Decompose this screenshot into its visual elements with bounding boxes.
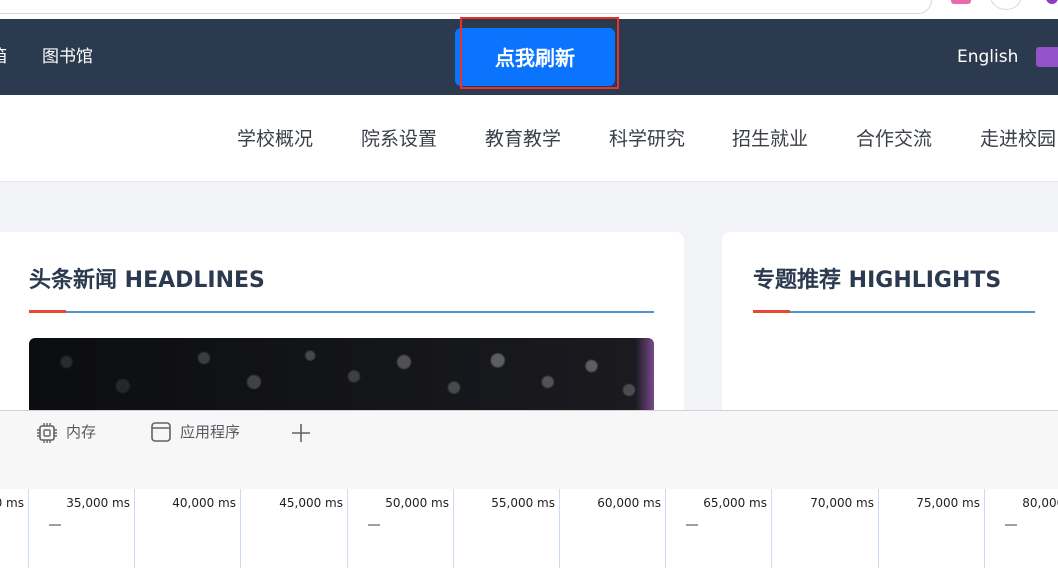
timeline-tick-label: 80,000 ms: [1022, 496, 1058, 510]
highlights-title[interactable]: 专题推荐 HIGHLIGHTS: [753, 267, 1001, 295]
timeline-tick-label: 30,000 ms: [0, 496, 24, 510]
timeline-gridline: [347, 489, 348, 568]
timeline-gridline: [771, 489, 772, 568]
headlines-title-underline: [29, 311, 654, 313]
timeline-tick-label: 35,000 ms: [66, 496, 130, 510]
highlights-card: [722, 232, 1058, 432]
timeline-tick-label: 60,000 ms: [597, 496, 661, 510]
timeline-gridline: [878, 489, 879, 568]
nav-item-departments[interactable]: 院系设置: [361, 127, 437, 151]
timeline-gridline: [559, 489, 560, 568]
nav-item-overview[interactable]: 学校概况: [237, 127, 313, 151]
timeline-tick-label: 70,000 ms: [810, 496, 874, 510]
devtools-tab-memory[interactable]: 内存: [66, 422, 96, 442]
timeline-tick-label: 55,000 ms: [491, 496, 555, 510]
timeline-tick-label: 50,000 ms: [385, 496, 449, 510]
language-switch-english[interactable]: English: [957, 46, 1018, 68]
language-switch-chip[interactable]: [1036, 47, 1058, 67]
timeline-gridline: [28, 489, 29, 568]
application-window-icon[interactable]: [150, 421, 172, 443]
nav-item-campus[interactable]: 走进校园: [980, 127, 1056, 151]
nav-item-admissions[interactable]: 招生就业: [732, 127, 808, 151]
highlight-outline: [460, 17, 619, 89]
headlines-title-accent: [29, 310, 66, 313]
timeline-tick-label: 75,000 ms: [916, 496, 980, 510]
timeline-gridline: [665, 489, 666, 568]
headlines-title[interactable]: 头条新闻 HEADLINES: [29, 267, 265, 295]
timeline-gridline: [453, 489, 454, 568]
timeline-marker: [368, 524, 380, 526]
highlights-title-accent: [753, 310, 790, 313]
timeline-gridline: [134, 489, 135, 568]
timeline-marker: [1005, 524, 1017, 526]
timeline-gridline: [240, 489, 241, 568]
timeline-gridline: [984, 489, 985, 568]
extension-icon[interactable]: [951, 0, 971, 4]
headline-photo[interactable]: [29, 338, 654, 418]
timeline-tick-label: 45,000 ms: [279, 496, 343, 510]
timeline-marker: [686, 524, 698, 526]
timeline-tick-label: 40,000 ms: [172, 496, 236, 510]
nav-item-cooperation[interactable]: 合作交流: [856, 127, 932, 151]
nav-item-research[interactable]: 科学研究: [609, 127, 685, 151]
address-bar[interactable]: [0, 0, 932, 14]
memory-chip-icon[interactable]: [35, 421, 59, 445]
timeline-marker: [49, 524, 61, 526]
add-tab-icon[interactable]: [290, 422, 312, 444]
devtools-tab-application[interactable]: 应用程序: [180, 422, 240, 442]
timeline-tick-label: 65,000 ms: [703, 496, 767, 510]
highlights-title-underline: [753, 311, 1035, 313]
top-link-mailbox[interactable]: 箱: [0, 46, 7, 68]
top-link-library[interactable]: 图书馆: [42, 46, 93, 68]
nav-item-education[interactable]: 教育教学: [485, 127, 561, 151]
